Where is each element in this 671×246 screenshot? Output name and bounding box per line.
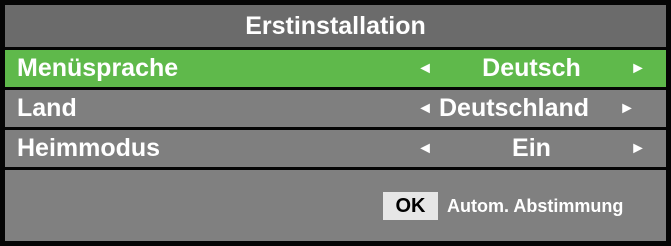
ok-action-label: Autom. Abstimmung <box>447 195 624 216</box>
menu-row-value: Deutschland <box>439 94 590 122</box>
dialog-footer: OK Autom. Abstimmung <box>5 170 666 241</box>
menu-row-label: Heimmodus <box>17 134 161 162</box>
arrow-right-icon[interactable]: ► <box>628 50 648 87</box>
menu-row-menu-language[interactable]: Menüsprache ◄ Deutsch ► <box>5 50 666 90</box>
arrow-right-icon[interactable]: ► <box>628 130 648 167</box>
menu-row-country[interactable]: Land ◄ Deutschland ► <box>5 90 666 130</box>
menu-row-label: Land <box>17 94 77 122</box>
menu-row-label: Menüsprache <box>17 54 179 82</box>
menu-row-value: Deutsch <box>482 54 581 82</box>
menu-row-home-mode[interactable]: Heimmodus ◄ Ein ► <box>5 130 666 170</box>
arrow-left-icon[interactable]: ◄ <box>415 50 435 87</box>
dialog-title: Erstinstallation <box>5 5 666 50</box>
menu-row-value: Ein <box>512 134 551 162</box>
arrow-right-icon[interactable]: ► <box>617 90 637 127</box>
dialog-panel: Erstinstallation Menüsprache ◄ Deutsch ►… <box>5 5 666 241</box>
arrow-left-icon[interactable]: ◄ <box>415 130 435 167</box>
setup-dialog: Erstinstallation Menüsprache ◄ Deutsch ►… <box>0 0 671 246</box>
ok-button[interactable]: OK <box>383 192 438 220</box>
